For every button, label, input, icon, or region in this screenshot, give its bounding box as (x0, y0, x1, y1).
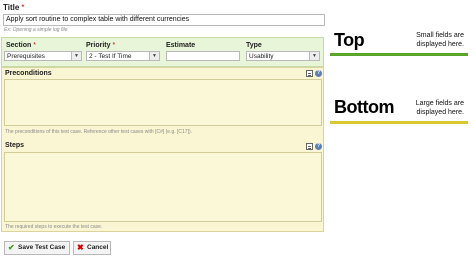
top-description-line2: displayed here. (416, 41, 464, 48)
cancel-button[interactable]: ✖ Cancel (73, 241, 111, 255)
title-label-text: Title (3, 3, 20, 12)
grid-icon[interactable] (306, 70, 313, 77)
chevron-down-icon: ▼ (149, 52, 159, 60)
steps-description: The required steps to execute the test c… (5, 224, 103, 230)
chevron-down-icon: ▼ (309, 52, 319, 60)
priority-label-text: Priority (86, 42, 111, 49)
preconditions-label: Preconditions (5, 70, 52, 77)
top-description-line1: Small fields are (416, 32, 464, 39)
help-icon[interactable]: ? (315, 143, 322, 150)
chevron-down-icon: ▼ (71, 52, 81, 60)
bottom-description: Large fields are displayed here. (416, 99, 464, 117)
save-button-label: Save Test Case (18, 244, 66, 251)
estimate-label: Estimate (166, 42, 196, 49)
priority-select[interactable]: 2 - Test If Time ▼ (86, 51, 160, 61)
bottom-divider (330, 121, 468, 124)
top-description: Small fields are displayed here. (416, 31, 464, 49)
help-icon[interactable]: ? (315, 70, 322, 77)
steps-textarea[interactable] (4, 152, 322, 222)
bottom-heading: Bottom (334, 97, 394, 117)
title-input[interactable]: Apply sort routine to complex table with… (3, 14, 325, 26)
preconditions-textarea[interactable] (4, 79, 322, 126)
section-label-text: Section (6, 42, 32, 49)
priority-select-value: 2 - Test If Time (89, 53, 132, 60)
type-select[interactable]: Usability ▼ (246, 51, 320, 61)
type-select-value: Usability (249, 53, 274, 60)
section-select-value: Prerequisites (7, 53, 45, 60)
title-hint: Ex: Opening a simple log file (4, 27, 68, 33)
top-divider (330, 53, 468, 56)
required-marker: * (21, 3, 25, 12)
title-label: Title * (3, 3, 24, 12)
type-label: Type (246, 42, 262, 49)
estimate-input[interactable] (166, 51, 240, 61)
preconditions-description: The preconditions of this test case. Ref… (5, 129, 193, 135)
cross-icon: ✖ (77, 243, 84, 252)
steps-label: Steps (5, 142, 25, 149)
section-label: Section * (6, 42, 36, 49)
save-button[interactable]: ✔ Save Test Case (4, 241, 70, 255)
required-marker: * (112, 42, 116, 49)
top-heading: Top (334, 30, 365, 50)
cancel-button-label: Cancel (87, 244, 109, 251)
check-icon: ✔ (8, 243, 15, 252)
bottom-description-line2: displayed here. (416, 109, 464, 116)
priority-label: Priority * (86, 42, 115, 49)
grid-icon[interactable] (306, 143, 313, 150)
required-marker: * (33, 42, 37, 49)
section-select[interactable]: Prerequisites ▼ (4, 51, 82, 61)
bottom-description-line1: Large fields are (415, 100, 464, 107)
